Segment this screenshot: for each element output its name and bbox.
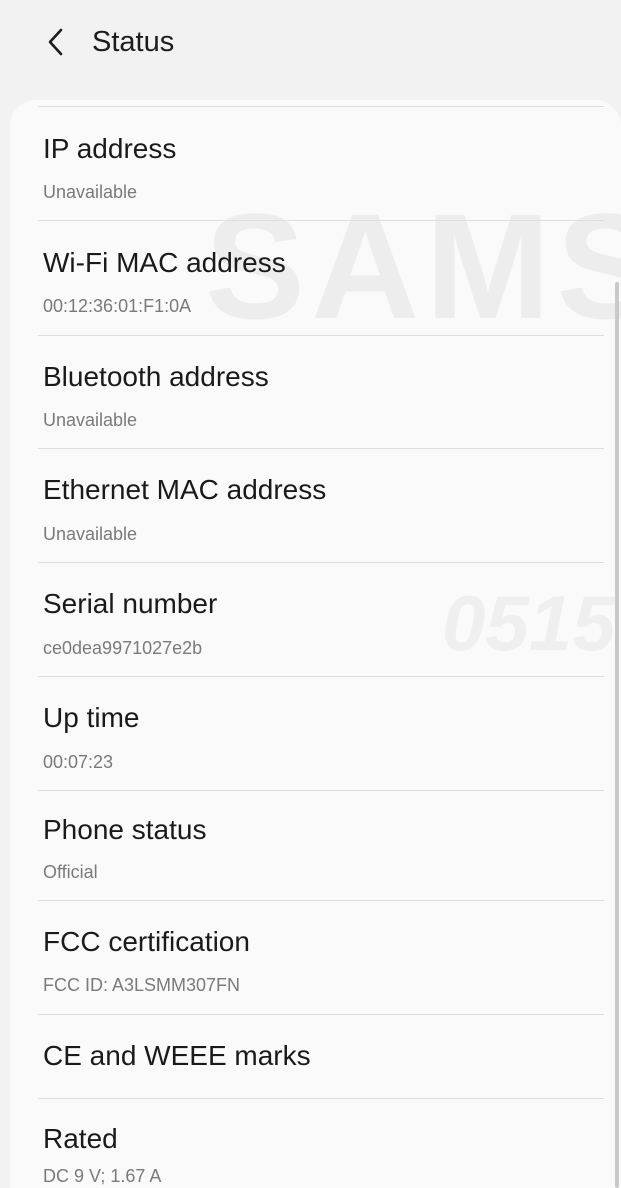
list-item-rated[interactable]: Rated DC 9 V; 1.67 A xyxy=(38,1099,604,1188)
list-item-value: Official xyxy=(43,862,98,882)
list-item-ip-address[interactable]: IP address Unavailable xyxy=(38,107,604,220)
list-item-serial-number[interactable]: Serial number ce0dea9971027e2b xyxy=(38,563,604,676)
list-item-value: 00:07:23 xyxy=(43,752,114,772)
list-item-bluetooth-address[interactable]: Bluetooth address Unavailable xyxy=(38,336,604,448)
status-list-card: SAMS 0515 IP address Unavailable Wi-Fi M… xyxy=(10,100,621,1188)
list-item-ce-weee-marks[interactable]: CE and WEEE marks xyxy=(38,1015,604,1098)
list-item-title: Serial number xyxy=(43,588,218,619)
list-item-value: Unavailable xyxy=(43,182,138,202)
app-bar: Status xyxy=(0,0,621,100)
back-button[interactable] xyxy=(38,22,74,62)
list-item-title: FCC certification xyxy=(43,926,250,957)
list-item-title: Ethernet MAC address xyxy=(43,474,327,505)
list-item-title: Up time xyxy=(43,702,140,733)
list-item-wifi-mac-address[interactable]: Wi-Fi MAC address 00:12:36:01:F1:0A xyxy=(38,221,604,335)
list-item-value: DC 9 V; 1.67 A xyxy=(43,1166,162,1186)
scrollbar[interactable] xyxy=(615,282,619,1188)
list-item-title: Phone status xyxy=(43,814,207,845)
list-item-title: Rated xyxy=(43,1123,118,1154)
list-item-phone-status[interactable]: Phone status Official xyxy=(38,791,604,900)
list-item-ethernet-mac-address[interactable]: Ethernet MAC address Unavailable xyxy=(38,449,604,562)
list-item-title: Bluetooth address xyxy=(43,361,269,392)
list-item-title: IP address xyxy=(43,133,177,164)
list-item-up-time[interactable]: Up time 00:07:23 xyxy=(38,677,604,790)
list-item-fcc-certification[interactable]: FCC certification FCC ID: A3LSMM307FN xyxy=(38,901,604,1014)
list-item-title: CE and WEEE marks xyxy=(43,1040,311,1071)
chevron-left-icon xyxy=(48,28,63,56)
list-item-value: Unavailable xyxy=(43,410,138,430)
list-item-title: Wi-Fi MAC address xyxy=(43,247,286,278)
list-item-value: FCC ID: A3LSMM307FN xyxy=(43,975,241,995)
list-item-value: 00:12:36:01:F1:0A xyxy=(43,296,192,316)
list-item-value: ce0dea9971027e2b xyxy=(43,638,203,658)
list-item-value: Unavailable xyxy=(43,524,138,544)
page-title: Status xyxy=(92,26,175,58)
